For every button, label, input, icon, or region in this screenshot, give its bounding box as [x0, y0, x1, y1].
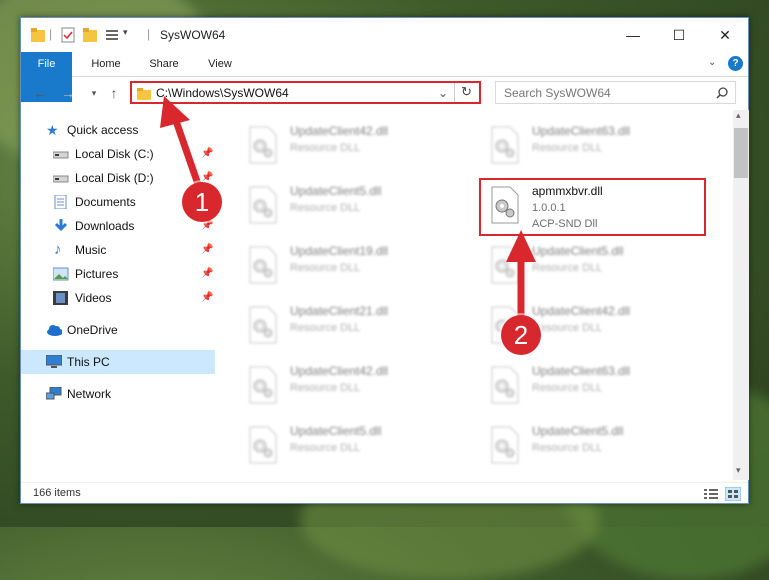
arrow-1	[160, 96, 204, 194]
step-badge-1: 1	[182, 182, 222, 222]
step-badge-2: 2	[501, 315, 541, 355]
annotation-layer	[160, 96, 536, 322]
arrow-2	[506, 230, 536, 322]
